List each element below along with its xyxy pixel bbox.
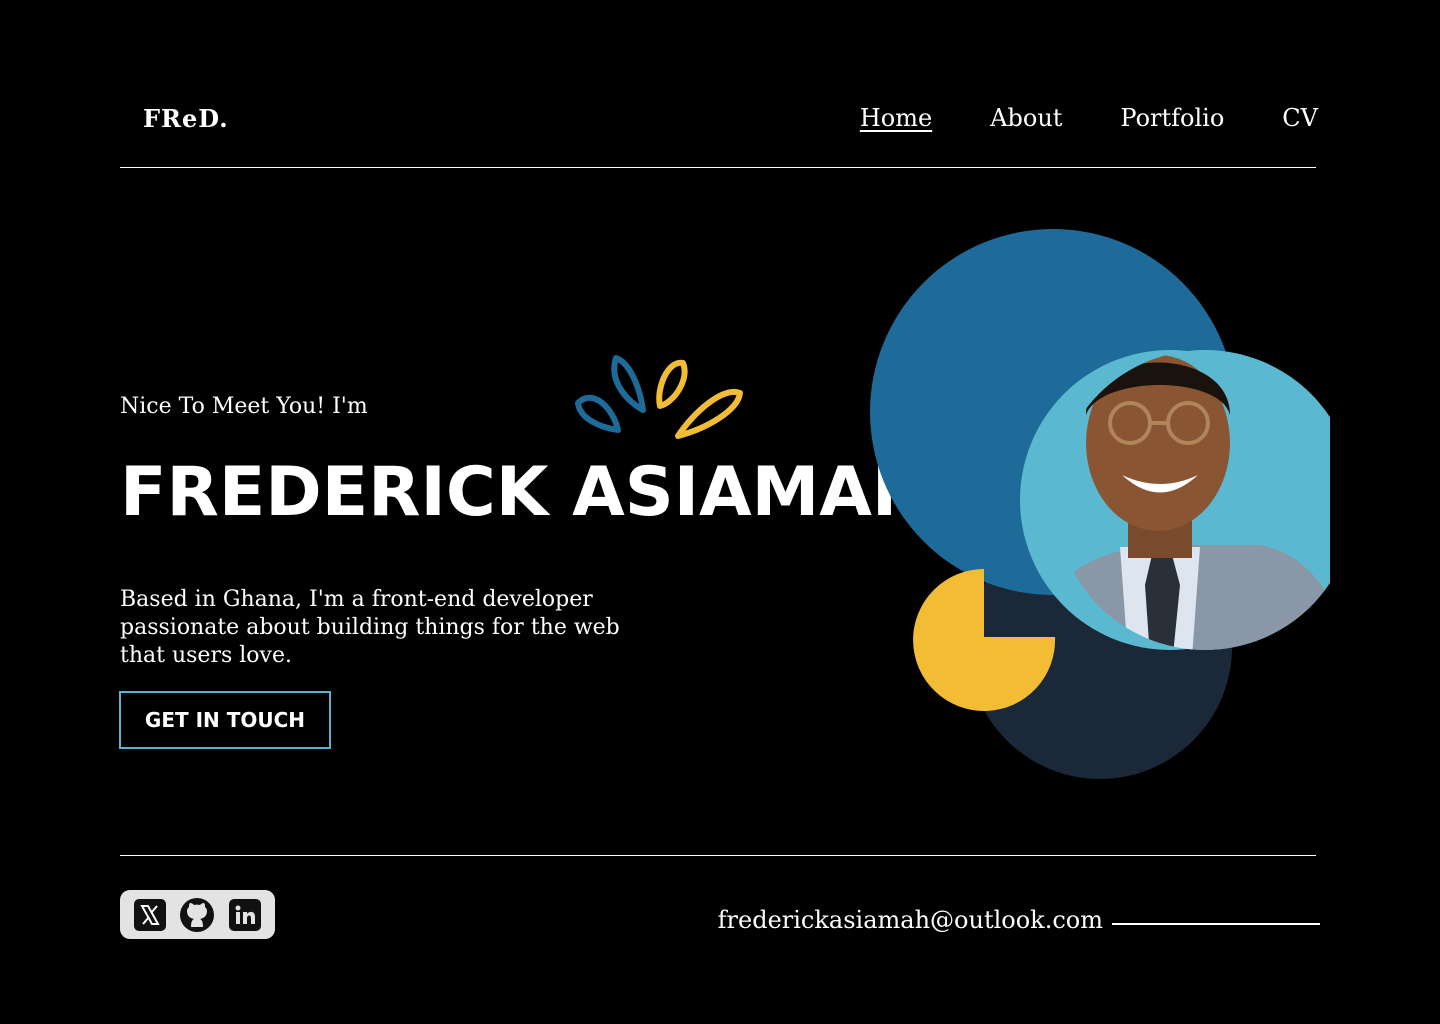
hero-name: FREDERICK ASIAMAH xyxy=(120,453,929,532)
x-twitter-icon[interactable] xyxy=(132,897,168,933)
nav-portfolio-link[interactable]: Portfolio xyxy=(1120,104,1224,132)
github-icon[interactable] xyxy=(179,897,215,933)
get-in-touch-button[interactable]: GET IN TOUCH xyxy=(119,691,331,749)
splash-decoration-icon xyxy=(575,355,743,439)
nav-about-link[interactable]: About xyxy=(990,104,1062,132)
header-divider xyxy=(120,167,1316,168)
splash-drop-yellow-2 xyxy=(675,388,743,439)
page: FReD. Home About Portfolio CV Nice To Me… xyxy=(0,0,1440,1024)
footer-divider xyxy=(120,855,1316,856)
portrait-illustration xyxy=(870,229,1330,779)
social-links xyxy=(120,890,275,939)
nav-cv-link[interactable]: CV xyxy=(1282,104,1318,132)
splash-drop-yellow-1 xyxy=(656,359,688,409)
main-nav: Home About Portfolio CV xyxy=(860,104,1318,132)
linkedin-icon[interactable] xyxy=(227,897,263,933)
email-underline-divider xyxy=(1112,923,1320,925)
splash-drop-blue-2 xyxy=(611,355,646,413)
email-link[interactable]: frederickasiamah@outlook.com xyxy=(718,906,1103,934)
hero-greeting: Nice To Meet You! I'm xyxy=(120,394,368,419)
splash-drop-blue-1 xyxy=(575,394,621,433)
site-logo[interactable]: FReD. xyxy=(143,104,229,133)
hero-bio: Based in Ghana, I'm a front-end develope… xyxy=(120,587,620,668)
nav-home-link[interactable]: Home xyxy=(860,104,932,132)
